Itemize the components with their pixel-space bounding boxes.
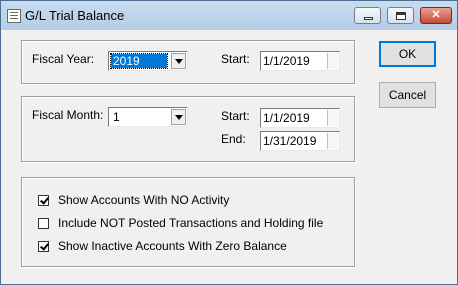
option-row[interactable]: Show Accounts With NO Activity xyxy=(38,193,338,209)
show-no-activity-checkbox[interactable] xyxy=(38,195,49,206)
ok-button[interactable]: OK xyxy=(379,41,436,67)
fiscal-year-start-value: 1/1/2019 xyxy=(263,54,310,68)
fiscal-year-start-field[interactable]: 1/1/2019 xyxy=(260,51,340,71)
window-title: G/L Trial Balance xyxy=(25,8,125,23)
minimize-button[interactable] xyxy=(354,7,381,24)
maximize-icon xyxy=(396,12,406,20)
show-inactive-zero-balance-checkbox[interactable] xyxy=(38,241,49,252)
fiscal-year-group: Fiscal Year: 2019 Start: 1/1/2019 xyxy=(21,40,355,84)
close-button[interactable]: ✕ xyxy=(420,7,452,24)
minimize-icon xyxy=(364,17,373,20)
fiscal-month-select[interactable]: 1 xyxy=(108,107,188,127)
fiscal-month-end-value: 1/31/2019 xyxy=(263,134,317,148)
fiscal-month-start-label: Start: xyxy=(221,109,250,123)
dialog-body: Fiscal Year: 2019 Start: 1/1/2019 Fiscal… xyxy=(9,30,450,277)
date-picker-button[interactable] xyxy=(327,53,338,69)
fiscal-month-start-value: 1/1/2019 xyxy=(263,111,310,125)
cancel-button[interactable]: Cancel xyxy=(379,82,436,108)
title-bar[interactable]: G/L Trial Balance ✕ xyxy=(1,1,457,30)
fiscal-month-value: 1 xyxy=(113,110,120,124)
options-group: Show Accounts With NO Activity Include N… xyxy=(21,177,355,267)
fiscal-month-label: Fiscal Month: xyxy=(32,108,104,122)
show-inactive-zero-balance-label: Show Inactive Accounts With Zero Balance xyxy=(58,239,287,253)
chevron-down-icon[interactable] xyxy=(171,53,186,69)
include-not-posted-label: Include NOT Posted Transactions and Hold… xyxy=(58,216,324,230)
fiscal-month-group: Fiscal Month: 1 Start: 1/1/2019 End: 1/3… xyxy=(21,96,355,162)
option-row[interactable]: Include NOT Posted Transactions and Hold… xyxy=(38,216,338,232)
trial-balance-window: G/L Trial Balance ✕ Fiscal Year: 2019 St… xyxy=(0,0,458,285)
close-icon: ✕ xyxy=(431,9,441,21)
include-not-posted-checkbox[interactable] xyxy=(38,218,49,229)
fiscal-month-start-field[interactable]: 1/1/2019 xyxy=(260,108,340,128)
app-icon xyxy=(7,9,21,23)
fiscal-year-value: 2019 xyxy=(110,53,168,69)
show-no-activity-label: Show Accounts With NO Activity xyxy=(58,193,230,207)
date-picker-button[interactable] xyxy=(327,110,338,126)
fiscal-year-select[interactable]: 2019 xyxy=(108,51,188,71)
fiscal-month-end-label: End: xyxy=(221,132,246,146)
option-row[interactable]: Show Inactive Accounts With Zero Balance xyxy=(38,239,338,255)
fiscal-year-start-label: Start: xyxy=(221,52,250,66)
maximize-button[interactable] xyxy=(387,7,414,24)
chevron-down-icon[interactable] xyxy=(171,109,186,125)
fiscal-month-end-field[interactable]: 1/31/2019 xyxy=(260,131,340,151)
date-picker-button[interactable] xyxy=(327,133,338,149)
fiscal-year-label: Fiscal Year: xyxy=(32,52,95,66)
